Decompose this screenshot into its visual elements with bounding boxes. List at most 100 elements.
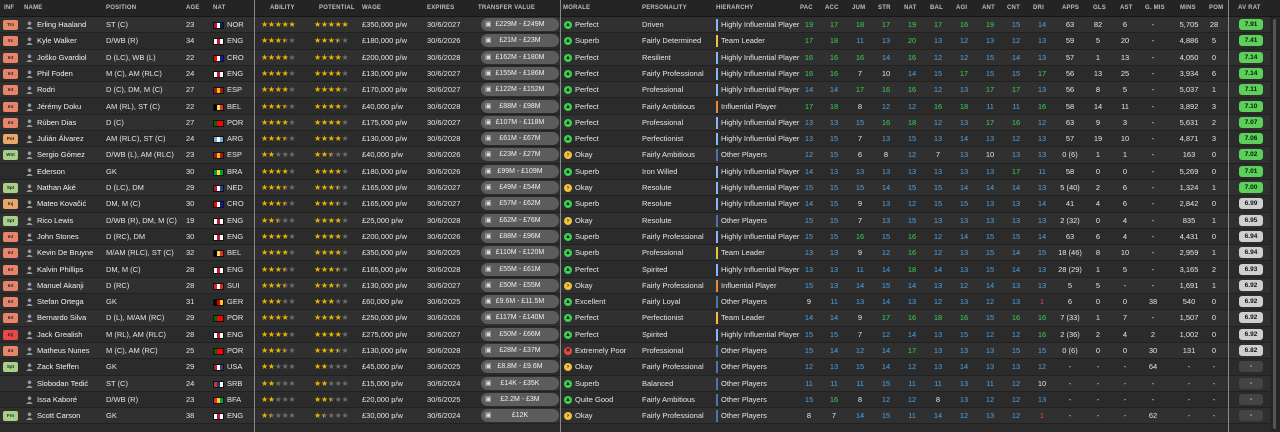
transfer-value-pill[interactable]: ▣ £2.2M - £3M [481,392,559,406]
col-agi[interactable]: AGI [956,0,967,17]
col-cnt[interactable]: CNT [1007,0,1020,17]
transfer-value-pill[interactable]: ▣ £21M - £23M [481,34,559,48]
player-row[interactable]: Int Phil Foden M (C), AM (RLC) 24 ENG ★★★★★ ★★… [0,65,1280,83]
info-badge[interactable]: Int [3,117,18,128]
transfer-value-pill[interactable]: ▣ £49M - £54M [481,181,559,194]
col-jum[interactable]: JUM [852,0,865,17]
player-name[interactable]: Issa Kaboré [37,392,105,408]
player-row[interactable]: Int Bernardo Silva D (L), M/AM (RC) 29 POR ★★… [0,310,1280,327]
info-badge[interactable]: Wnt [3,150,18,161]
player-row[interactable]: Int Joško Gvardiol D (LC), WB (L) 22 CRO ★★★★… [0,49,1280,66]
transfer-value-pill[interactable]: ▣ £50M - £66M [481,327,559,341]
transfer-value-pill[interactable]: ▣ £88M - £96M [481,229,559,243]
transfer-value-pill[interactable]: ▣ £9.6M - £11.5M [481,295,559,309]
player-name[interactable]: Rodri [37,82,105,98]
player-name[interactable]: Stefan Ortega [37,294,105,310]
info-badge[interactable]: Int [3,264,18,275]
player-row[interactable]: Int Manuel AkanjiD (RC) 28 SUI ★★★★★★ ★★★★★★ £… [0,277,1280,295]
player-name[interactable]: Julián Álvarez [37,131,105,147]
transfer-value-pill[interactable]: ▣ £14K - £35K [481,376,559,390]
info-badge[interactable]: Int [3,346,18,356]
player-row[interactable]: Spt Zack Steffen GK 29 USA ★★★★★ ★★★★★ £45,000 … [0,359,1280,376]
info-badge[interactable]: Frn [3,411,18,422]
transfer-value-pill[interactable]: ▣ £110M - £120M [481,246,559,260]
player-row[interactable]: Pot Julián Álvarez AM (RLC), ST (C) 24 ARG ★★… [0,131,1280,148]
vertical-scrollbar[interactable] [1270,17,1280,432]
player-row[interactable]: Spt Rico Lewis D/WB (R), DM, M (C) 19 ENG ★★★… [0,212,1280,229]
player-row[interactable]: Int Jérémy Doku AM (RL), ST (C) 22 BEL ★★★★ ★ ★… [0,98,1280,115]
col-hierarchy[interactable]: HIERARCHY [716,0,753,17]
player-name[interactable]: Mateo Kovačić [37,196,105,212]
col-age[interactable]: AGE [186,0,200,17]
player-row[interactable]: Wnt Sergio Gómez D/WB (L), AM (RLC) 23 ESP ★★… [0,147,1280,164]
transfer-value-pill[interactable]: ▣ £57M - £62M [481,197,559,211]
player-name[interactable]: Kalvin Phillips [37,262,105,278]
player-row[interactable]: Int Kevin De Bruyne M/AM (RLC), ST (C) 32 BE… [0,245,1280,262]
transfer-value-pill[interactable]: ▣ £61M - £67M [481,132,559,146]
transfer-value-pill[interactable]: ▣ £117M - £140M [481,311,559,325]
player-row[interactable]: Int John Stones D (RC), DM 30 ENG ★★★★★ ★★★★★ £… [0,228,1280,246]
player-name[interactable]: Manuel Akanji [37,278,105,294]
player-row[interactable]: Int Matheus Nunes M (C), AM (RC) 25 POR ★★★★ ★… [0,343,1280,360]
col-ant[interactable]: ANT [982,0,995,17]
info-badge[interactable]: Int [3,68,18,79]
col-bal[interactable]: BAL [930,0,943,17]
col-pac[interactable]: PAC [800,0,813,17]
player-name[interactable]: Phil Foden [37,66,105,82]
player-name[interactable]: Sergio Gómez [37,147,105,163]
info-badge[interactable]: Int [3,313,18,324]
col-transfer-value[interactable]: TRANSFER VALUE [478,0,535,17]
col-dri[interactable]: DRI [1033,0,1044,17]
player-name[interactable]: Zack Steffen [37,359,105,375]
player-name[interactable]: John Stones [37,229,105,245]
player-name[interactable]: Jérémy Doku [37,99,105,115]
player-row[interactable]: Inj Mateo Kovačić DM, M (C) 30 CRO ★★★★ ★ ★ ★★★ ★… [0,196,1280,213]
player-row[interactable]: Int Rodri D (C), DM, M (C) 27 ESP ★★★★★ ★★★★★ £… [0,82,1280,99]
transfer-value-pill[interactable]: ▣ £62M - £76M [481,213,559,227]
transfer-value-pill[interactable]: ▣ £8.8M - £9.6M [481,360,559,374]
info-badge[interactable]: Int [3,297,18,308]
col-position[interactable]: POSITION [106,0,136,17]
player-row[interactable]: Ederson GK 30 BRA ★★★★★ ★★★★★ £180,000 p/w 30/6… [0,163,1280,180]
player-row[interactable]: Spt Nathan AkéD (LC), DM 29 NED ★★★★★★ ★★★★★★… [0,180,1280,197]
player-row[interactable]: Trn Erling Haaland ST (C) 23 NOR ★★★★★ ★★★★★ £3… [0,17,1280,34]
info-badge[interactable]: Int [3,101,18,112]
col-inf[interactable]: INF [4,0,14,17]
transfer-value-pill[interactable]: ▣ £12K [481,409,559,423]
player-name[interactable]: Kyle Walker [37,33,105,49]
transfer-value-pill[interactable]: ▣ £107M - £118M [481,115,559,129]
player-row[interactable]: Int Stefan Ortega GK 31 GER ★★★★★ ★★★★★ £60,000… [0,294,1280,311]
info-badge[interactable]: Int [3,280,18,291]
col-potential[interactable]: POTENTIAL [319,0,355,17]
player-name[interactable]: Kevin De Bruyne [37,245,105,261]
player-row[interactable]: Inj Jack Grealish M (RL), AM (RLC) 28 ENG ★★★… [0,326,1280,343]
col-expires[interactable]: EXPIRES [427,0,454,17]
col-ability[interactable]: ABILITY [270,0,295,17]
info-badge[interactable]: Pot [3,134,18,145]
player-row[interactable]: Slobodan Tedić ST (C) 24 SRB ★★★★★ ★★★★★ £15,0… [0,375,1280,392]
col-wage[interactable]: WAGE [362,0,381,17]
player-name[interactable]: Jack Grealish [37,327,105,343]
player-name[interactable]: Scott Carson [37,408,105,424]
col-ast[interactable]: AST [1120,0,1133,17]
player-row[interactable]: Int Kalvin Phillips DM, M (C) 28 ENG ★★★★ ★ ★ ★★… [0,261,1280,278]
info-badge[interactable]: Trn [3,20,18,30]
col-str[interactable]: STR [878,0,891,17]
player-row[interactable]: Issa KaboréD/WB (R)23BFA★★★★★★★★★★★£20,0… [0,391,1280,409]
transfer-value-pill[interactable]: ▣ £155M - £186M [481,66,559,80]
player-name[interactable]: Rúben Dias [37,115,105,131]
player-name[interactable]: Matheus Nunes [37,343,105,359]
transfer-value-pill[interactable]: ▣ £50M - £55M [481,278,559,292]
col-apps[interactable]: APPS [1062,0,1079,17]
col-gmis[interactable]: G. MIS [1145,0,1165,17]
info-badge[interactable]: Inj [3,199,18,210]
col-acc[interactable]: ACC [825,0,839,17]
transfer-value-pill[interactable]: ▣ £88M - £98M [481,99,559,113]
col-mins[interactable]: MINS [1180,0,1196,17]
transfer-value-pill[interactable]: ▣ £229M - £249M [481,18,559,31]
col-nationality[interactable]: NAT [213,0,226,17]
player-name[interactable]: Bernardo Silva [37,310,105,326]
transfer-value-pill[interactable]: ▣ £122M - £152M [481,83,559,97]
player-name[interactable]: Erling Haaland [37,17,105,33]
info-badge[interactable]: Spt [3,362,18,373]
